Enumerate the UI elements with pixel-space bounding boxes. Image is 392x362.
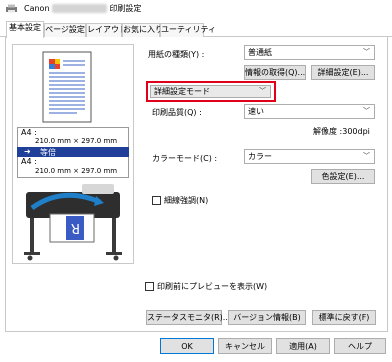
fine-line-label: 細線強調(N) xyxy=(164,196,209,205)
help-button[interactable]: ヘルプ xyxy=(334,338,386,354)
apply-button[interactable]: 適用(A) xyxy=(276,338,330,354)
print-quality-value: 速い xyxy=(248,107,264,116)
color-settings-button[interactable]: 色設定(E)... xyxy=(311,169,375,184)
dest-size-label: A4 : xyxy=(21,157,37,166)
tab-favorites[interactable]: お気に入り xyxy=(122,23,163,37)
version-info-button[interactable]: バージョン情報(B) xyxy=(228,310,306,325)
fine-line-checkbox[interactable] xyxy=(152,196,161,205)
title-suffix: 印刷設定 xyxy=(109,4,142,13)
arrow-down-icon: ➜ xyxy=(24,147,31,156)
tab-page-setup[interactable]: ページ設定 xyxy=(44,23,86,37)
tab-basic-settings[interactable]: 基本設定 xyxy=(6,21,44,38)
source-size-label: A4 : xyxy=(21,128,37,137)
get-info-button[interactable]: 情報の取得(Q)... xyxy=(244,65,306,80)
media-detail-settings-button[interactable]: 詳細設定(E)... xyxy=(311,65,375,80)
printer-illustration-icon: R xyxy=(24,184,122,261)
source-size-value: 210.0 mm × 297.0 mm xyxy=(35,137,118,145)
chevron-down-icon: ﹀ xyxy=(363,48,370,56)
chevron-down-icon: ﹀ xyxy=(363,152,370,160)
print-quality-dropdown[interactable]: 速い ﹀ xyxy=(244,104,375,119)
media-type-label: 用紙の種類(Y) : xyxy=(148,50,205,59)
status-monitor-button[interactable]: ステータスモニタ(R)... xyxy=(146,310,230,325)
window-title: Canon XXXXXXXXXX 印刷設定 xyxy=(24,3,141,14)
scale-bar: ➜ 等倍 xyxy=(17,147,129,157)
ok-button[interactable]: OK xyxy=(160,338,214,354)
printer-app-icon xyxy=(6,4,17,13)
dest-size-value: 210.0 mm × 297.0 mm xyxy=(35,167,118,175)
color-mode-value: カラー xyxy=(248,152,272,161)
preview-before-print-label: 印刷前にプレビューを表示(W) xyxy=(157,282,268,291)
restore-defaults-button[interactable]: 標準に戻す(F) xyxy=(312,310,376,325)
tab-layout[interactable]: レイアウト xyxy=(86,23,127,37)
redacted-printer-name: XXXXXXXXXX xyxy=(52,4,107,13)
source-size-value-row: 210.0 mm × 297.0 mm xyxy=(17,137,129,147)
color-mode-dropdown[interactable]: カラー ﹀ xyxy=(244,149,375,164)
svg-text:R: R xyxy=(71,220,80,235)
page-preview-icon xyxy=(42,51,92,123)
resolution-text: 解像度 :300dpi xyxy=(313,127,370,136)
cancel-button[interactable]: キャンセル xyxy=(218,338,272,354)
tab-utility[interactable]: ユーティリティ xyxy=(160,23,216,37)
print-quality-label: 印刷品質(Q) : xyxy=(152,108,202,117)
media-type-dropdown[interactable]: 普通紙 ﹀ xyxy=(244,45,375,60)
color-mode-label: カラーモード(C) : xyxy=(152,154,218,163)
dest-size-box: A4 : 210.0 mm × 297.0 mm xyxy=(17,157,129,178)
media-type-value: 普通紙 xyxy=(248,48,272,57)
highlight-box xyxy=(146,81,276,102)
preview-before-print-checkbox[interactable] xyxy=(145,282,154,291)
app-name: Canon xyxy=(24,4,50,13)
chevron-down-icon: ﹀ xyxy=(363,107,370,115)
